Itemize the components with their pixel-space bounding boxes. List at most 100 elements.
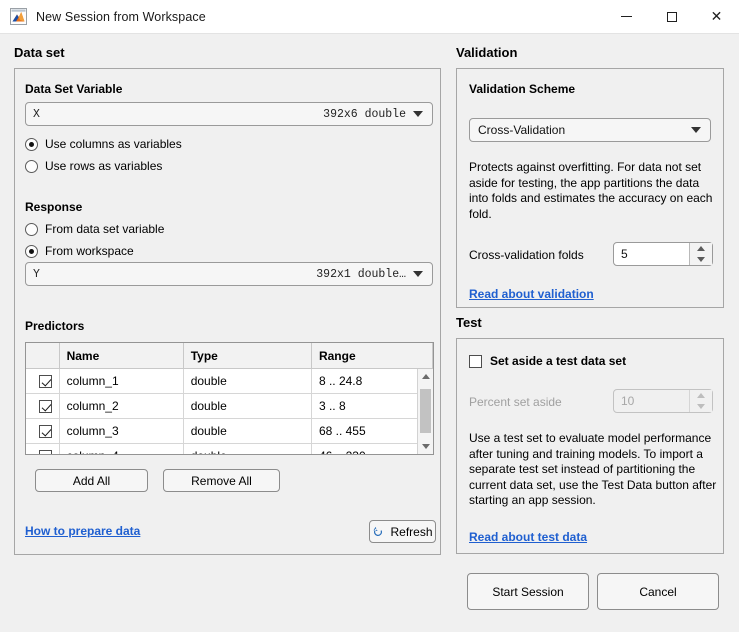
stepper-decrement: [690, 401, 712, 412]
table-header-row: Name Type Range: [26, 343, 433, 369]
cancel-label: Cancel: [639, 585, 676, 599]
stepper-increment: [690, 390, 712, 401]
triangle-down-icon: [697, 404, 705, 409]
response-variable-combo[interactable]: Y 392x1 double…: [25, 262, 433, 286]
stepper-buttons: [689, 390, 712, 412]
folds-value[interactable]: 5: [621, 247, 628, 261]
validation-scheme-value: Cross-Validation: [478, 123, 565, 137]
stepper-decrement[interactable]: [690, 254, 712, 265]
validation-description: Protects against overfitting. For data n…: [469, 160, 714, 222]
radio-from-data-set-variable[interactable]: From data set variable: [25, 222, 164, 236]
triangle-down-icon: [422, 444, 430, 449]
cell-type: double: [183, 444, 311, 456]
cell-range: 3 .. 8: [311, 394, 432, 419]
test-description: Use a test set to evaluate model perform…: [469, 431, 717, 509]
percent-value: 10: [621, 394, 634, 408]
validation-section-title: Validation: [456, 45, 517, 60]
validation-scheme-label: Validation Scheme: [469, 82, 575, 96]
column-header-type: Type: [183, 343, 311, 369]
response-variable-detail: 392x1 double…: [316, 268, 406, 281]
table-row[interactable]: column_2 double 3 .. 8: [26, 394, 433, 419]
validation-scheme-combo[interactable]: Cross-Validation: [469, 118, 711, 142]
row-checkbox-cell[interactable]: [26, 444, 59, 456]
radio-icon-unselected: [25, 223, 38, 236]
data-set-variable-label: Data Set Variable: [25, 82, 122, 96]
row-checkbox-cell[interactable]: [26, 369, 59, 394]
column-header-select: [26, 343, 59, 369]
scroll-down-button[interactable]: [418, 439, 433, 454]
cell-type: double: [183, 394, 311, 419]
response-variable-name: Y: [33, 268, 40, 281]
checkbox-icon-checked[interactable]: [39, 425, 52, 438]
row-checkbox-cell[interactable]: [26, 394, 59, 419]
start-session-button[interactable]: Start Session: [467, 573, 589, 610]
stepper-buttons[interactable]: [689, 243, 712, 265]
cell-type: double: [183, 419, 311, 444]
set-aside-label: Set aside a test data set: [490, 354, 626, 368]
table-row[interactable]: column_4 double 46 .. 230: [26, 444, 433, 456]
add-all-button[interactable]: Add All: [35, 469, 148, 492]
radio-icon-selected: [25, 245, 38, 258]
cross-validation-folds-stepper[interactable]: 5: [613, 242, 713, 266]
percent-set-aside-label: Percent set aside: [469, 395, 562, 409]
matlab-logo-icon: [10, 8, 27, 25]
checkbox-icon-checked[interactable]: [39, 400, 52, 413]
checkbox-icon-checked[interactable]: [39, 450, 52, 455]
table-row[interactable]: column_3 double 68 .. 455: [26, 419, 433, 444]
chevron-down-icon: [691, 127, 701, 133]
predictors-label: Predictors: [25, 319, 84, 333]
cell-range: 8 .. 24.8: [311, 369, 432, 394]
data-set-variable-name: X: [33, 108, 40, 121]
set-aside-test-data-checkbox[interactable]: Set aside a test data set: [469, 354, 626, 368]
radio-icon-selected: [25, 138, 38, 151]
radio-use-rows-as-variables[interactable]: Use rows as variables: [25, 159, 162, 173]
test-section-title: Test: [456, 315, 482, 330]
radio-icon-unselected: [25, 160, 38, 173]
new-session-dialog: New Session from Workspace ✕ Data set Da…: [0, 0, 739, 632]
chevron-down-icon: [413, 111, 423, 117]
data-set-variable-combo[interactable]: X 392x6 double: [25, 102, 433, 126]
dataset-section-title: Data set: [14, 45, 65, 60]
triangle-up-icon: [697, 246, 705, 251]
scroll-up-button[interactable]: [418, 369, 433, 384]
radio-use-columns-as-variables[interactable]: Use columns as variables: [25, 137, 182, 151]
table-scrollbar[interactable]: [417, 369, 433, 454]
percent-set-aside-stepper: 10: [613, 389, 713, 413]
remove-all-label: Remove All: [191, 474, 252, 488]
chevron-down-icon: [413, 271, 423, 277]
data-set-variable-detail: 392x6 double: [323, 108, 406, 121]
table-row[interactable]: column_1 double 8 .. 24.8: [26, 369, 433, 394]
radio-label: From data set variable: [45, 222, 164, 236]
minimize-button[interactable]: [604, 0, 649, 33]
stepper-increment[interactable]: [690, 243, 712, 254]
cell-name: column_2: [59, 394, 183, 419]
radio-label: Use columns as variables: [45, 137, 182, 151]
radio-label: From workspace: [45, 244, 134, 258]
predictors-table[interactable]: Name Type Range column_1 double 8 .. 24.…: [25, 342, 434, 455]
scrollbar-thumb[interactable]: [420, 389, 431, 433]
cancel-button[interactable]: Cancel: [597, 573, 719, 610]
triangle-up-icon: [422, 374, 430, 379]
checkbox-icon-checked[interactable]: [39, 375, 52, 388]
cell-name: column_3: [59, 419, 183, 444]
remove-all-button[interactable]: Remove All: [163, 469, 280, 492]
how-to-prepare-data-link[interactable]: How to prepare data: [25, 524, 140, 538]
triangle-up-icon: [697, 393, 705, 398]
close-button[interactable]: ✕: [694, 0, 739, 33]
cross-validation-folds-label: Cross-validation folds: [469, 248, 584, 262]
cell-type: double: [183, 369, 311, 394]
cell-range: 46 .. 230: [311, 444, 432, 456]
radio-from-workspace[interactable]: From workspace: [25, 244, 134, 258]
checkbox-icon-unchecked[interactable]: [469, 355, 482, 368]
maximize-button[interactable]: [649, 0, 694, 33]
column-header-name: Name: [59, 343, 183, 369]
column-header-range: Range: [311, 343, 432, 369]
read-about-validation-link[interactable]: Read about validation: [469, 287, 594, 301]
row-checkbox-cell[interactable]: [26, 419, 59, 444]
minimize-icon: [621, 16, 632, 17]
title-bar: New Session from Workspace ✕: [0, 0, 739, 34]
read-about-test-data-link[interactable]: Read about test data: [469, 530, 587, 544]
refresh-button[interactable]: Refresh: [369, 520, 436, 543]
cell-name: column_1: [59, 369, 183, 394]
radio-label: Use rows as variables: [45, 159, 162, 173]
